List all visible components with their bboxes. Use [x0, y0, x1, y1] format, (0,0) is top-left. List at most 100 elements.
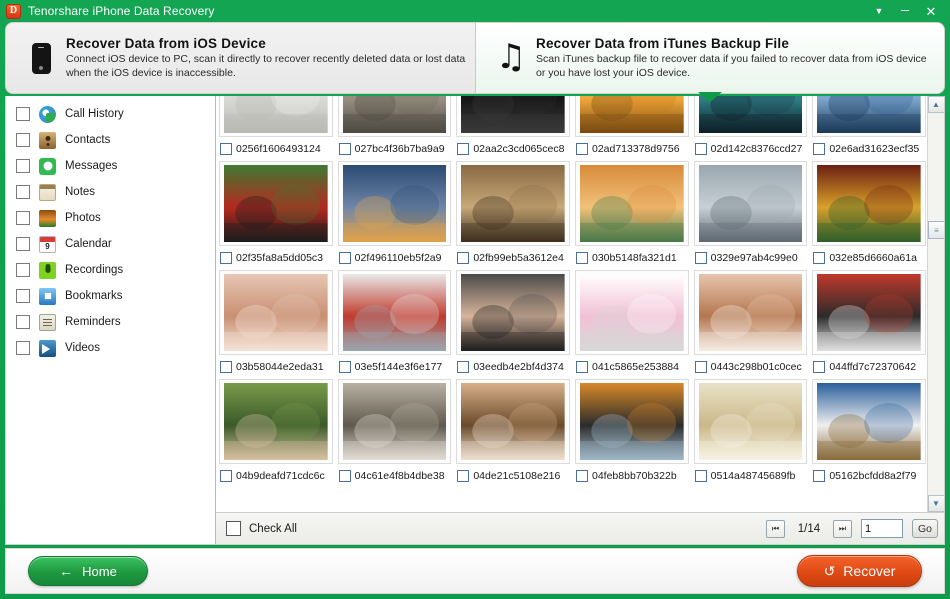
thumbnail-caption[interactable]: 032e85d6660a61a — [812, 246, 926, 270]
thumbnail-cell[interactable]: 0256f1606493124 — [219, 96, 333, 161]
thumbnail-cell[interactable]: 041c5865e253884 — [575, 270, 689, 379]
thumbnail-checkbox[interactable] — [339, 470, 351, 482]
thumbnail-caption[interactable]: 0329e97ab4c99e0 — [694, 246, 808, 270]
thumbnail-cell[interactable]: 02d142c8376ccd27 — [694, 96, 808, 161]
thumbnail-image[interactable] — [456, 96, 570, 137]
thumbnail-cell[interactable]: 04de21c5108e216 — [456, 379, 570, 488]
thumbnail-image[interactable] — [456, 161, 570, 246]
thumbnail-cell[interactable]: 03e5f144e3f6e177 — [338, 270, 452, 379]
thumbnail-image[interactable] — [812, 270, 926, 355]
thumbnail-cell[interactable]: 03eedb4e2bf4d374 — [456, 270, 570, 379]
thumbnail-caption[interactable]: 04feb8bb70b322b — [575, 464, 689, 488]
scroll-up-button[interactable]: ▲ — [928, 96, 945, 113]
thumbnail-caption[interactable]: 02fb99eb5a3612e4 — [456, 246, 570, 270]
sidebar-checkbox[interactable] — [16, 263, 30, 277]
sidebar-item-calendar[interactable]: 9 Calendar — [6, 231, 215, 257]
go-button[interactable]: Go — [912, 519, 938, 538]
thumbnail-caption[interactable]: 0443c298b01c0cec — [694, 355, 808, 379]
thumbnail-caption[interactable]: 0514a48745689fb — [694, 464, 808, 488]
thumbnail-checkbox[interactable] — [813, 252, 825, 264]
thumbnail-image[interactable] — [219, 270, 333, 355]
thumbnail-cell[interactable]: 02f35fa8a5dd05c3 — [219, 161, 333, 270]
sidebar-item-notes[interactable]: Notes — [6, 179, 215, 205]
thumbnail-cell[interactable]: 032e85d6660a61a — [812, 161, 926, 270]
check-all-control[interactable]: Check All — [226, 521, 297, 536]
thumbnail-cell[interactable]: 027bc4f36b7ba9a9 — [338, 96, 452, 161]
thumbnail-image[interactable] — [694, 161, 808, 246]
sidebar-checkbox[interactable] — [16, 107, 30, 121]
page-number-input[interactable] — [861, 519, 903, 538]
thumbnail-checkbox[interactable] — [576, 252, 588, 264]
thumbnail-image[interactable] — [338, 161, 452, 246]
thumbnail-image[interactable] — [694, 270, 808, 355]
sidebar-item-messages[interactable]: Messages — [6, 153, 215, 179]
recover-button[interactable]: ↺ Recover — [797, 555, 922, 587]
thumbnail-checkbox[interactable] — [339, 143, 351, 155]
thumbnail-caption[interactable]: 03eedb4e2bf4d374 — [456, 355, 570, 379]
sidebar-item-contacts[interactable]: Contacts — [6, 127, 215, 153]
thumbnail-caption[interactable]: 04de21c5108e216 — [456, 464, 570, 488]
thumbnail-image[interactable] — [575, 270, 689, 355]
thumbnail-cell[interactable]: 0514a48745689fb — [694, 379, 808, 488]
thumbnail-image[interactable] — [575, 379, 689, 464]
thumbnail-checkbox[interactable] — [457, 143, 469, 155]
thumbnail-cell[interactable]: 0329e97ab4c99e0 — [694, 161, 808, 270]
thumbnail-image[interactable] — [812, 96, 926, 137]
thumbnail-caption[interactable]: 044ffd7c72370642 — [812, 355, 926, 379]
sidebar-checkbox[interactable] — [16, 315, 30, 329]
sidebar-item-photos[interactable]: Photos — [6, 205, 215, 231]
thumbnail-checkbox[interactable] — [813, 470, 825, 482]
thumbnail-image[interactable] — [338, 379, 452, 464]
thumbnail-caption[interactable]: 02d142c8376ccd27 — [694, 137, 808, 161]
thumbnail-cell[interactable]: 044ffd7c72370642 — [812, 270, 926, 379]
thumbnail-image[interactable] — [575, 161, 689, 246]
thumbnail-checkbox[interactable] — [220, 470, 232, 482]
first-page-button[interactable]: ⏮ — [766, 520, 785, 538]
thumbnail-cell[interactable]: 04feb8bb70b322b — [575, 379, 689, 488]
thumbnail-checkbox[interactable] — [695, 143, 707, 155]
sidebar-checkbox[interactable] — [16, 185, 30, 199]
thumbnail-caption[interactable]: 02f35fa8a5dd05c3 — [219, 246, 333, 270]
thumbnail-caption[interactable]: 041c5865e253884 — [575, 355, 689, 379]
sidebar-item-recordings[interactable]: Recordings — [6, 257, 215, 283]
scrollbar-thumb[interactable]: ≡ — [928, 221, 944, 239]
thumbnail-checkbox[interactable] — [220, 361, 232, 373]
thumbnail-caption[interactable]: 03b58044e2eda31 — [219, 355, 333, 379]
thumbnail-caption[interactable]: 030b5148fa321d1 — [575, 246, 689, 270]
thumbnail-image[interactable] — [812, 379, 926, 464]
check-all-checkbox[interactable] — [226, 521, 241, 536]
thumbnail-image[interactable] — [694, 96, 808, 137]
thumbnail-caption[interactable]: 02f496110eb5f2a9 — [338, 246, 452, 270]
thumbnail-checkbox[interactable] — [457, 361, 469, 373]
thumbnail-checkbox[interactable] — [339, 252, 351, 264]
tab-recover-from-ios-device[interactable]: Recover Data from iOS Device Connect iOS… — [5, 22, 475, 94]
thumbnail-image[interactable] — [219, 161, 333, 246]
last-page-button[interactable]: ⏭ — [833, 520, 852, 538]
minimize-icon[interactable]: – — [892, 0, 918, 22]
thumbnail-caption[interactable]: 03e5f144e3f6e177 — [338, 355, 452, 379]
thumbnail-image[interactable] — [456, 270, 570, 355]
thumbnail-caption[interactable]: 05162bcfdd8a2f79 — [812, 464, 926, 488]
thumbnail-checkbox[interactable] — [576, 143, 588, 155]
thumbnail-image[interactable] — [219, 96, 333, 137]
sidebar-item-videos[interactable]: Videos — [6, 335, 215, 361]
thumbnail-caption[interactable]: 02aa2c3cd065cec8 — [456, 137, 570, 161]
thumbnail-checkbox[interactable] — [813, 361, 825, 373]
thumbnail-caption[interactable]: 0256f1606493124 — [219, 137, 333, 161]
thumbnail-cell[interactable]: 02e6ad31623ecf35 — [812, 96, 926, 161]
thumbnail-cell[interactable]: 04b9deafd71cdc6c — [219, 379, 333, 488]
scrollbar-track[interactable]: ≡ — [928, 113, 944, 495]
thumbnail-cell[interactable]: 02f496110eb5f2a9 — [338, 161, 452, 270]
sidebar-checkbox[interactable] — [16, 159, 30, 173]
thumbnail-image[interactable] — [694, 379, 808, 464]
thumbnail-checkbox[interactable] — [695, 470, 707, 482]
thumbnail-cell[interactable]: 04c61e4f8b4dbe38 — [338, 379, 452, 488]
sidebar-checkbox[interactable] — [16, 289, 30, 303]
home-button[interactable]: ← Home — [28, 556, 148, 586]
sidebar-checkbox[interactable] — [16, 341, 30, 355]
thumbnail-cell[interactable]: 030b5148fa321d1 — [575, 161, 689, 270]
thumbnail-checkbox[interactable] — [220, 252, 232, 264]
close-icon[interactable]: ✕ — [918, 0, 944, 22]
thumbnail-image[interactable] — [456, 379, 570, 464]
thumbnail-image[interactable] — [219, 379, 333, 464]
